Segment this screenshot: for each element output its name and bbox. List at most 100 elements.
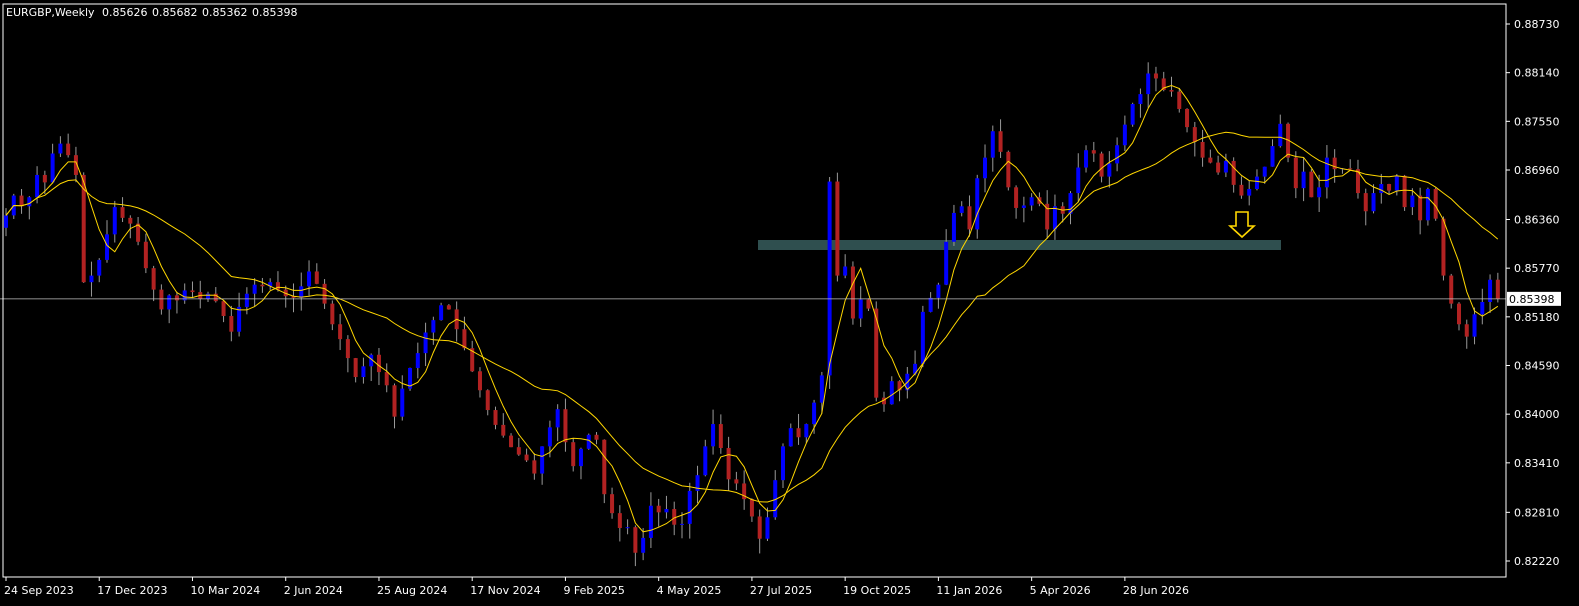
candle-body bbox=[866, 299, 871, 309]
candle-body bbox=[967, 206, 972, 230]
candle-body bbox=[687, 490, 692, 524]
candle-body bbox=[151, 268, 156, 290]
candle-body bbox=[120, 207, 125, 218]
candle-body bbox=[229, 316, 234, 332]
candle-body bbox=[1239, 184, 1244, 196]
x-tick-label: 24 Sep 2023 bbox=[4, 584, 74, 597]
candle-body bbox=[1278, 123, 1283, 147]
candle-body bbox=[944, 241, 949, 285]
y-tick-label: 0.83410 bbox=[1514, 457, 1560, 470]
x-tick-label: 10 Mar 2024 bbox=[190, 584, 260, 597]
candle-body bbox=[431, 320, 436, 333]
candle-body bbox=[493, 410, 498, 425]
candle-body bbox=[1387, 184, 1392, 191]
candle bbox=[835, 172, 840, 282]
candle-body bbox=[439, 305, 444, 321]
candle-body bbox=[314, 271, 319, 284]
candle-body bbox=[1449, 275, 1454, 304]
candle-body bbox=[843, 266, 848, 276]
candle-body bbox=[112, 207, 117, 235]
y-tick-label: 0.85770 bbox=[1514, 262, 1560, 275]
candle-body bbox=[1456, 303, 1461, 325]
candle-body bbox=[275, 282, 280, 290]
candle-body bbox=[1348, 168, 1353, 170]
candle-body bbox=[1254, 176, 1259, 189]
candle-body bbox=[1192, 127, 1197, 142]
ohlc-low: 0.85362 bbox=[202, 6, 248, 19]
candle-body bbox=[1014, 187, 1019, 208]
candle-body bbox=[462, 329, 467, 349]
candle-body bbox=[656, 505, 661, 513]
candle-body bbox=[159, 289, 164, 310]
x-tick-label: 2 Jun 2024 bbox=[284, 584, 343, 597]
candle-body bbox=[345, 339, 350, 359]
candle-body bbox=[610, 494, 615, 514]
symbol-label: EURGBP,Weekly bbox=[6, 6, 95, 19]
candle-body bbox=[1402, 175, 1407, 208]
candle-body bbox=[415, 353, 420, 368]
candle-body bbox=[835, 181, 840, 276]
candle-body bbox=[648, 505, 653, 538]
x-tick-label: 28 Jun 2026 bbox=[1123, 584, 1189, 597]
x-tick-label: 27 Jul 2025 bbox=[750, 584, 812, 597]
candle-body bbox=[1394, 175, 1399, 191]
candle-body bbox=[555, 409, 560, 428]
candle-body bbox=[1309, 171, 1314, 198]
candle-body bbox=[501, 424, 506, 436]
candle-body bbox=[1363, 193, 1368, 212]
candle-body bbox=[1464, 324, 1469, 337]
candle-body bbox=[1216, 162, 1221, 173]
candle-body bbox=[1029, 197, 1034, 206]
candle-body bbox=[322, 283, 327, 304]
ohlc-open: 0.85626 bbox=[102, 6, 148, 19]
eurgbp-weekly-chart: 0.88730 0.88140 0.87550 0.86960 0.86360 0.857… bbox=[0, 0, 1579, 606]
candle-body bbox=[1153, 73, 1158, 79]
candle-body bbox=[423, 332, 428, 354]
candle-body bbox=[1130, 104, 1135, 125]
price-tag: 0.85398 bbox=[1507, 291, 1561, 306]
candle-body bbox=[1293, 157, 1298, 189]
candle-body bbox=[1480, 301, 1485, 315]
candle-body bbox=[920, 311, 925, 364]
candle-body bbox=[89, 275, 94, 283]
candle-body bbox=[788, 428, 793, 447]
y-tick-label: 0.88730 bbox=[1514, 18, 1560, 31]
candle-body bbox=[143, 241, 148, 269]
candle-body bbox=[97, 259, 102, 276]
candle-body bbox=[1021, 205, 1026, 208]
candle-body bbox=[400, 388, 405, 417]
candle-body bbox=[1270, 146, 1275, 167]
candle-body bbox=[42, 174, 47, 183]
candle-body bbox=[477, 371, 482, 391]
candle-body bbox=[1107, 163, 1112, 177]
candle-body bbox=[711, 424, 716, 447]
x-tick-label: 11 Jan 2026 bbox=[936, 584, 1002, 597]
chart-background bbox=[0, 0, 1579, 606]
candle-body bbox=[812, 402, 817, 425]
candle-body bbox=[951, 212, 956, 242]
candle-body bbox=[1301, 171, 1306, 189]
candle-body bbox=[1099, 153, 1104, 177]
candle-body bbox=[1495, 279, 1500, 299]
candle-body bbox=[850, 266, 855, 319]
candle bbox=[1309, 169, 1314, 198]
candle-body bbox=[1122, 124, 1127, 146]
candle-body bbox=[1262, 166, 1267, 177]
x-tick-label: 17 Nov 2024 bbox=[470, 584, 540, 597]
candle-body bbox=[1177, 91, 1182, 109]
candle-body bbox=[819, 375, 824, 403]
y-tick-label: 0.86960 bbox=[1514, 164, 1560, 177]
candle-body bbox=[1185, 108, 1190, 128]
candle-body bbox=[889, 381, 894, 405]
candle-body bbox=[703, 446, 708, 476]
candle-body bbox=[625, 527, 630, 529]
candle-body bbox=[299, 286, 304, 298]
candle-body bbox=[260, 284, 265, 287]
candle-body bbox=[66, 143, 71, 156]
candle-body bbox=[206, 293, 211, 299]
candle-body bbox=[50, 153, 55, 183]
y-tick-label: 0.82220 bbox=[1514, 555, 1560, 568]
candle-body bbox=[244, 293, 249, 307]
candle bbox=[1402, 174, 1407, 211]
candle-body bbox=[128, 217, 133, 224]
